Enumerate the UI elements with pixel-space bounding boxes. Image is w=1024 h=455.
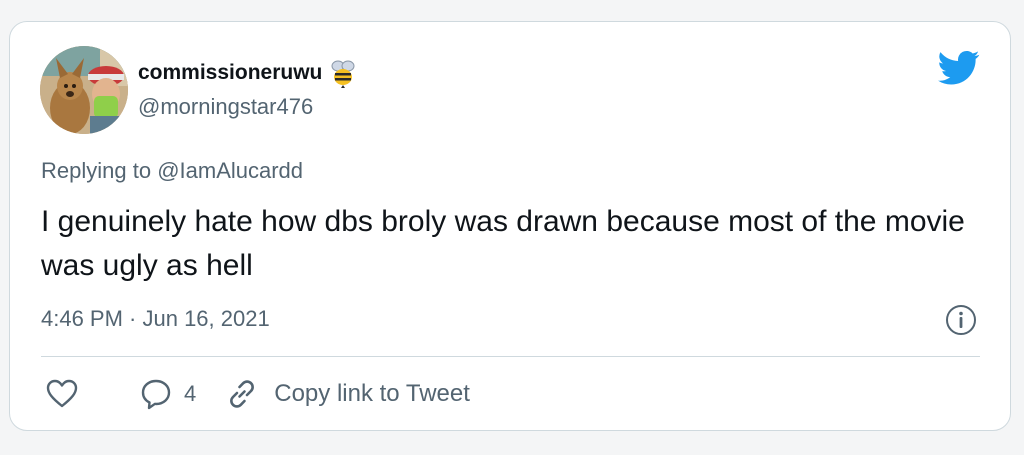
author-name-row: commissioneruwu: [138, 58, 358, 88]
bee-icon: [331, 60, 355, 88]
copy-link-label: Copy link to Tweet: [274, 380, 470, 407]
reply-button[interactable]: 4: [140, 378, 196, 410]
like-button[interactable]: [46, 379, 78, 409]
copy-link-button[interactable]: Copy link to Tweet: [226, 378, 470, 410]
author-display-name[interactable]: commissioneruwu: [138, 61, 322, 85]
speech-bubble-icon: [141, 379, 171, 410]
info-icon[interactable]: [945, 304, 977, 336]
divider: [41, 356, 980, 357]
heart-icon: [46, 379, 78, 408]
replying-to-prefix: Replying to: [41, 158, 158, 183]
tweet-actions: 4 Copy link to Tweet: [46, 374, 470, 414]
tweet-text: I genuinely hate how dbs broly was drawn…: [41, 205, 965, 282]
link-icon: [230, 380, 255, 408]
tweet-card: commissioneruwu @morningstar476 Replying…: [9, 21, 1011, 431]
replying-to-handle[interactable]: @IamAlucardd: [157, 158, 303, 183]
twitter-bird-icon[interactable]: [938, 50, 980, 86]
tweet-timestamp[interactable]: 4:46 PM · Jun 16, 2021: [41, 306, 270, 332]
author-handle[interactable]: @morningstar476: [138, 94, 313, 120]
reply-count: 4: [184, 381, 197, 406]
replying-to: Replying to @IamAlucardd: [41, 158, 303, 184]
avatar-image: [40, 46, 128, 134]
avatar[interactable]: [40, 46, 128, 134]
